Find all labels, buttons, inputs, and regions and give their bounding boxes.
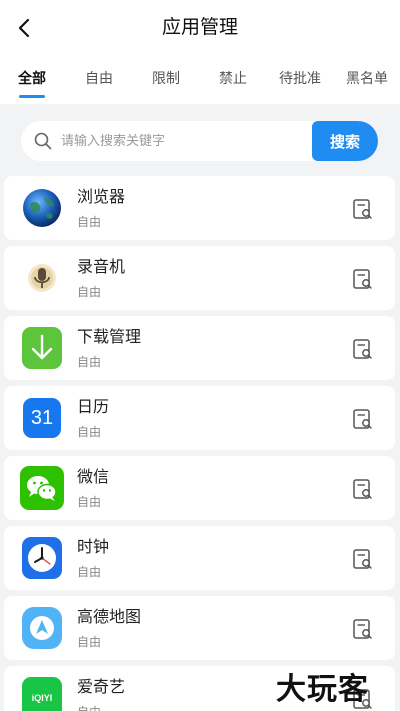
list-item[interactable]: 下载管理 自由: [4, 316, 395, 380]
details-icon[interactable]: [351, 617, 375, 641]
search-input[interactable]: [61, 121, 326, 161]
app-status: 自由: [77, 425, 102, 439]
app-status: 自由: [77, 285, 102, 299]
app-name: 微信: [77, 467, 110, 486]
list-item[interactable]: 微信 自由: [4, 456, 395, 520]
page-title: 应用管理: [161, 16, 238, 38]
calendar-icon: 31: [23, 398, 61, 438]
tab-all[interactable]: 全部: [2, 64, 62, 98]
list-item[interactable]: 录音机 自由: [4, 246, 395, 310]
iqiyi-logo-text: iQIYI: [31, 693, 53, 703]
download-icon: [22, 327, 62, 369]
app-name: 时钟: [77, 537, 110, 556]
details-icon[interactable]: [351, 407, 375, 431]
list-item[interactable]: 31 日历 自由: [4, 386, 395, 450]
app-name: 高德地图: [77, 607, 142, 626]
app-status: 自由: [77, 565, 102, 579]
app-name: 爱奇艺: [77, 677, 126, 696]
app-status: 自由: [77, 215, 102, 229]
map-icon: [22, 607, 62, 649]
app-status: 自由: [77, 703, 101, 711]
tab-free[interactable]: 自由: [69, 64, 129, 98]
tab-pending[interactable]: 待批准: [270, 64, 330, 98]
app-name: 日历: [77, 397, 110, 416]
search-button[interactable]: 搜索: [312, 121, 378, 161]
app-status: 自由: [77, 355, 102, 369]
search-icon: [34, 132, 52, 150]
active-tab-indicator: [19, 95, 45, 98]
details-icon[interactable]: [351, 547, 375, 571]
details-icon[interactable]: [351, 337, 375, 361]
calendar-date: 31: [30, 406, 54, 429]
list-item[interactable]: 时钟 自由: [4, 526, 395, 590]
list-item[interactable]: 浏览器 自由: [4, 176, 395, 240]
app-name: 录音机: [77, 257, 126, 276]
tab-blacklist[interactable]: 黑名单: [337, 64, 397, 98]
tab-bar: 全部 自由 限制 禁止 待批准 黑名单: [0, 64, 400, 98]
watermark-logo: 大玩客: [276, 672, 369, 707]
details-icon[interactable]: [351, 197, 375, 221]
app-status: 自由: [77, 635, 102, 649]
wechat-icon: [20, 466, 64, 510]
app-name: 下载管理: [77, 327, 142, 346]
tab-limited[interactable]: 限制: [136, 64, 196, 98]
globe-icon: [22, 187, 62, 229]
clock-icon: [22, 537, 62, 579]
list-item[interactable]: 高德地图 自由: [4, 596, 395, 660]
recorder-icon: [22, 257, 62, 299]
app-status: 自由: [77, 495, 102, 509]
details-icon[interactable]: [351, 267, 375, 291]
tab-forbidden[interactable]: 禁止: [203, 64, 263, 98]
app-name: 浏览器: [77, 187, 126, 206]
iqiyi-icon: iQIYI: [22, 677, 62, 711]
details-icon[interactable]: [351, 477, 375, 501]
search-bar: 搜索: [21, 121, 378, 161]
top-bar: 应用管理 全部 自由 限制 禁止 待批准 黑名单: [0, 0, 400, 104]
